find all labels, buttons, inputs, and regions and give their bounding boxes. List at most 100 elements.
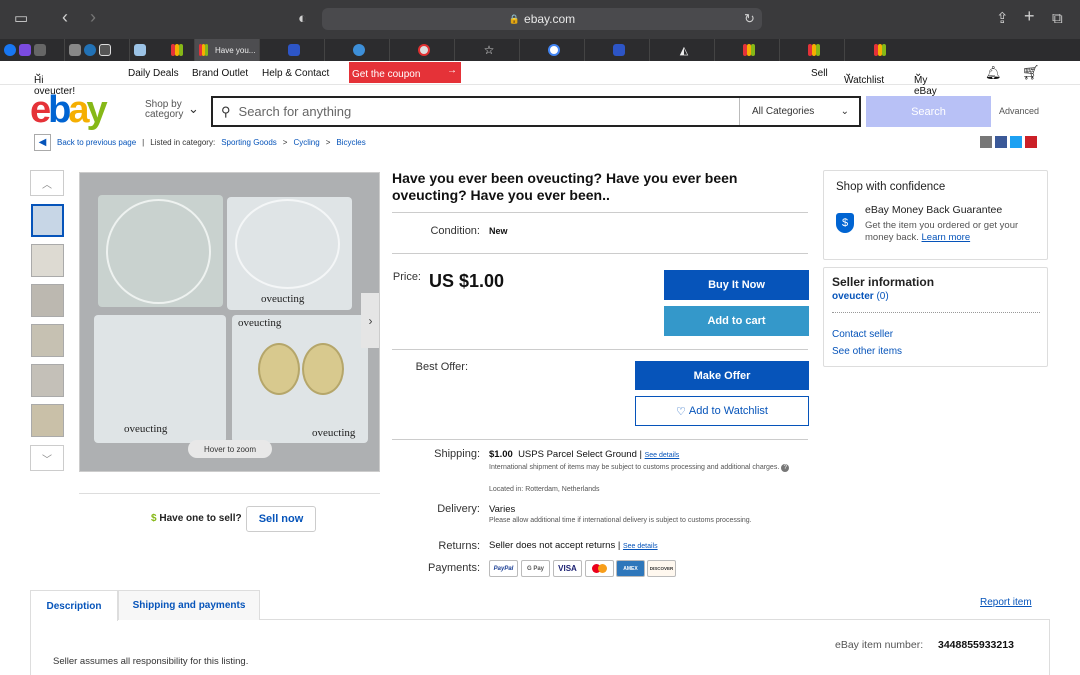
- breadcrumb-cycling[interactable]: Cycling: [293, 138, 319, 147]
- thumbnail-1[interactable]: [31, 204, 64, 237]
- delivery-value: Varies: [489, 504, 516, 515]
- tab-5[interactable]: [260, 39, 325, 61]
- thumbnail-2[interactable]: [31, 244, 64, 277]
- search-button[interactable]: Search: [866, 96, 991, 127]
- tab-11[interactable]: ◭: [650, 39, 715, 61]
- category-select[interactable]: All Categories ⌄: [739, 98, 859, 125]
- seller-feedback-score[interactable]: (0): [876, 291, 888, 302]
- tab-7[interactable]: [390, 39, 455, 61]
- tab-active[interactable]: Have you...: [195, 39, 260, 61]
- condition-value: New: [489, 226, 508, 236]
- info-icon[interactable]: ?: [781, 464, 790, 472]
- breadcrumb-bicycles[interactable]: Bicycles: [336, 138, 365, 147]
- confidence-title: Shop with confidence: [836, 181, 946, 193]
- add-to-cart-button[interactable]: Add to cart: [664, 306, 809, 336]
- condition-label: Condition:: [430, 225, 480, 237]
- new-tab-icon[interactable]: +: [1024, 6, 1035, 26]
- tab-8[interactable]: ☆: [455, 39, 520, 61]
- paypal-icon: PayPal: [489, 560, 518, 577]
- thumbnail-6[interactable]: [31, 404, 64, 437]
- tab-14[interactable]: [845, 39, 910, 61]
- tab-3[interactable]: [130, 39, 195, 61]
- main-product-image[interactable]: oveucting oveucting oveucting oveucting H…: [79, 172, 380, 472]
- discover-icon: DISCOVER: [647, 560, 676, 577]
- window-icon: [99, 44, 111, 56]
- report-item-link[interactable]: Report item: [980, 597, 1032, 608]
- url-text: ebay.com: [524, 12, 576, 26]
- amex-icon: AMEX: [616, 560, 645, 577]
- pinterest-icon[interactable]: [1025, 136, 1037, 148]
- bell-icon[interactable]: 🔔︎: [985, 65, 1002, 81]
- thumb-up-button[interactable]: ︿: [30, 170, 64, 196]
- breadcrumb-sporting-goods[interactable]: Sporting Goods: [221, 138, 277, 147]
- thumbnail-5[interactable]: [31, 364, 64, 397]
- reload-icon[interactable]: ↻: [744, 9, 755, 29]
- shipping-details-link[interactable]: See details: [645, 452, 680, 459]
- back-arrow-icon[interactable]: ◀: [34, 133, 51, 151]
- shield-icon[interactable]: ◐: [298, 9, 307, 29]
- add-to-watchlist-button[interactable]: ♡ Add to Watchlist: [635, 396, 809, 426]
- arrow-right-icon: →: [447, 65, 457, 76]
- learn-more-link[interactable]: Learn more: [922, 232, 971, 243]
- tab-10[interactable]: [585, 39, 650, 61]
- r-icon: [418, 44, 430, 56]
- ebay-logo[interactable]: ebay: [30, 89, 108, 131]
- see-other-items-link[interactable]: See other items: [832, 346, 902, 357]
- tab-facebook[interactable]: [0, 39, 65, 61]
- shipping-label: Shipping:: [434, 448, 480, 460]
- tab-shipping-payments[interactable]: Shipping and payments: [118, 590, 260, 620]
- seller-name-link[interactable]: oveucter: [832, 291, 874, 302]
- contact-seller-link[interactable]: Contact seller: [832, 329, 893, 340]
- help-contact-link[interactable]: Help & Contact: [262, 68, 329, 79]
- make-offer-button[interactable]: Make Offer: [635, 361, 809, 390]
- divider: [392, 212, 808, 213]
- returns-details-link[interactable]: See details: [623, 543, 658, 550]
- facebook-share-icon[interactable]: [995, 136, 1007, 148]
- thumbnail-4[interactable]: [31, 324, 64, 357]
- next-image-arrow[interactable]: ›: [361, 293, 379, 348]
- thumbnail-3[interactable]: [31, 284, 64, 317]
- twitter-icon[interactable]: [1010, 136, 1022, 148]
- best-offer-label: Best Offer:: [415, 361, 468, 373]
- greeting-link[interactable]: Hi oveucter! ⌄: [34, 68, 75, 97]
- coupon-banner[interactable]: Get the coupon →: [349, 62, 461, 83]
- tab-description[interactable]: Description: [30, 590, 118, 621]
- item-title: Have you ever been oveucting? Have you e…: [392, 170, 738, 203]
- sell-now-button[interactable]: Sell now: [246, 506, 316, 532]
- image-patch-2: oveucting: [227, 197, 352, 310]
- tab-13[interactable]: [780, 39, 845, 61]
- search-input[interactable]: ⚲ Search for anything: [213, 98, 739, 125]
- located-in: Located in: Rotterdam, Netherlands: [489, 486, 600, 493]
- brand-outlet-link[interactable]: Brand Outlet: [192, 68, 248, 79]
- seller-name: oveucter (0): [832, 291, 889, 302]
- tab-2[interactable]: [65, 39, 130, 61]
- tab-12[interactable]: [715, 39, 780, 61]
- daily-deals-link[interactable]: Daily Deals: [128, 68, 179, 79]
- advanced-search-link[interactable]: Advanced: [999, 106, 1039, 116]
- my-ebay-link[interactable]: My eBay ⌄: [914, 68, 937, 97]
- tab-9[interactable]: [520, 39, 585, 61]
- facebook-icon: [4, 44, 16, 56]
- cart-icon[interactable]: 🛒︎: [1022, 64, 1040, 81]
- address-bar[interactable]: 🔒 ebay.com: [322, 8, 762, 30]
- shop-by-category[interactable]: Shop by category: [145, 100, 183, 120]
- back-link[interactable]: Back to previous page: [57, 138, 136, 147]
- back-icon[interactable]: ‹: [62, 7, 68, 27]
- divider: [392, 439, 808, 440]
- image-word-1: oveucting: [261, 293, 305, 305]
- lock-icon: 🔒: [508, 13, 521, 24]
- heart-icon: ♡: [675, 405, 686, 418]
- buy-it-now-button[interactable]: Buy It Now: [664, 270, 809, 300]
- email-icon[interactable]: [980, 136, 992, 148]
- a-icon: ◭: [679, 44, 689, 57]
- watchlist-link[interactable]: Watchlist ⌄: [844, 68, 884, 86]
- logo-e: e: [30, 89, 51, 131]
- image-patch-1: [98, 195, 223, 307]
- sell-link[interactable]: Sell: [811, 68, 828, 79]
- share-icon[interactable]: ⇪: [996, 9, 1009, 29]
- thumb-down-button[interactable]: ﹀: [30, 445, 64, 471]
- sidebar-icon[interactable]: ▭: [14, 9, 28, 29]
- forward-icon[interactable]: ›: [90, 7, 96, 27]
- tabs-overview-icon[interactable]: ⧉: [1052, 9, 1063, 29]
- tab-6[interactable]: [325, 39, 390, 61]
